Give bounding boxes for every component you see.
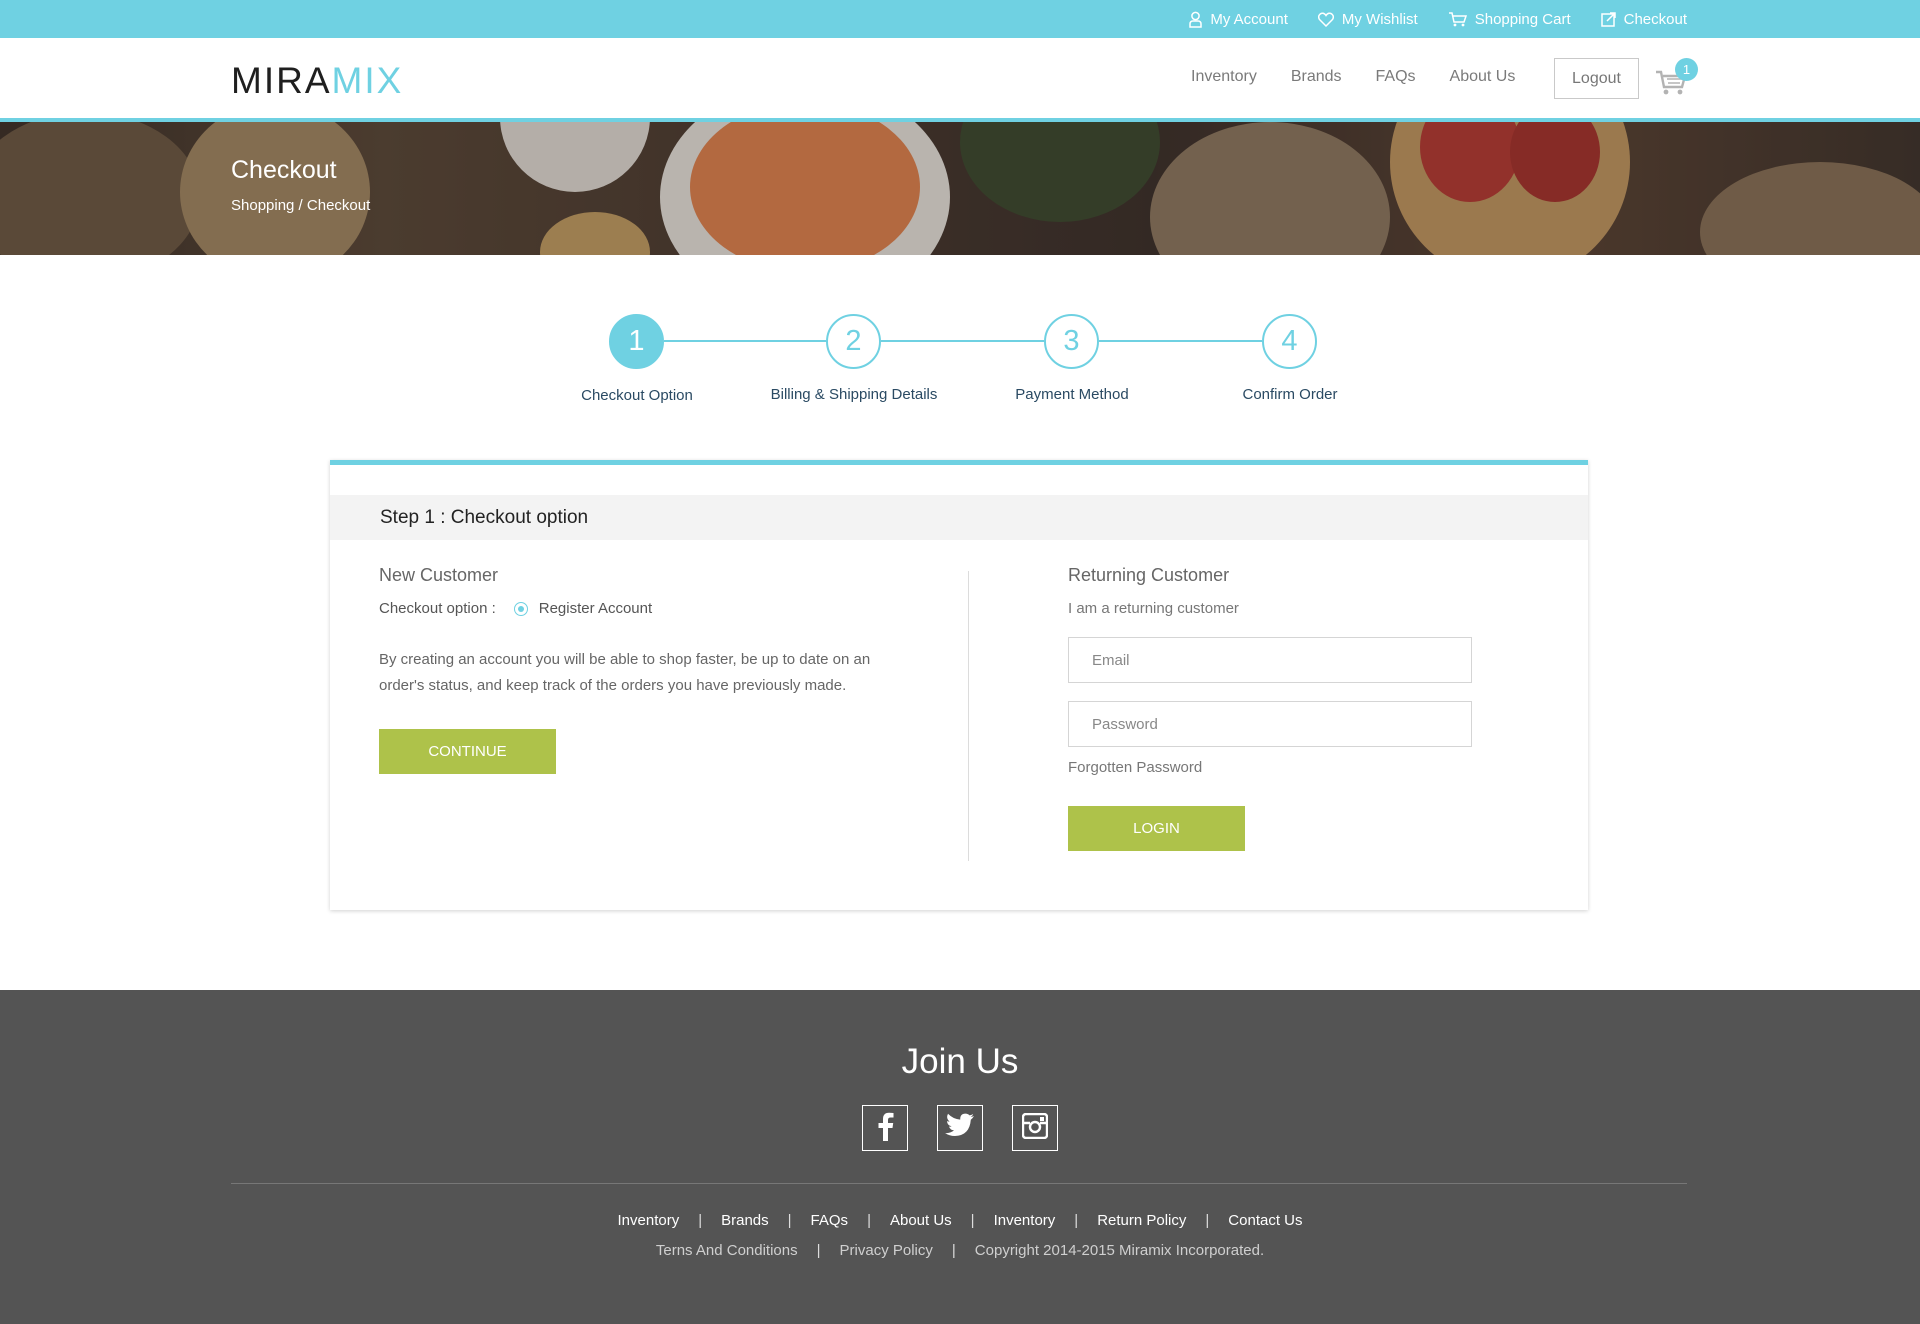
step-1-label[interactable]: Checkout Option <box>517 387 757 404</box>
footer-separator: | <box>951 1242 956 1259</box>
footer-separator: | <box>787 1212 792 1229</box>
banner-overlay <box>0 122 1920 255</box>
nav-faqs[interactable]: FAQs <box>1376 68 1416 86</box>
returning-customer-subtitle: I am a returning customer <box>1068 600 1239 617</box>
shopping-cart-link[interactable]: Shopping Cart <box>1448 11 1571 28</box>
step-connector <box>881 340 1044 342</box>
footer-link-contact-us[interactable]: Contact Us <box>1228 1212 1302 1229</box>
footer-legal: Terns And Conditions | Privacy Policy | … <box>0 1242 1920 1259</box>
footer-link-brands[interactable]: Brands <box>721 1212 769 1229</box>
checkout-label: Checkout <box>1623 10 1687 28</box>
register-account-radio[interactable]: Register Account <box>513 600 653 617</box>
step-connector <box>664 340 826 342</box>
user-icon <box>1189 11 1203 28</box>
new-customer-description: By creating an account you will be able … <box>379 651 871 694</box>
copyright-text: Copyright 2014-2015 Miramix Incorporated… <box>974 1242 1265 1259</box>
twitter-button[interactable] <box>937 1105 983 1151</box>
breadcrumb: Shopping / Checkout <box>231 197 371 214</box>
step-1-circle[interactable]: 1 <box>609 314 664 369</box>
footer-separator: | <box>816 1242 821 1259</box>
header-cart-button[interactable]: 1 <box>1655 58 1699 98</box>
step-3-circle[interactable]: 3 <box>1044 314 1099 369</box>
twitter-icon <box>945 1113 975 1143</box>
footer-separator: | <box>1074 1212 1079 1229</box>
column-divider <box>968 571 969 861</box>
my-account-label: My Account <box>1210 10 1288 28</box>
page-title: Checkout <box>231 156 337 184</box>
checkout-option-row: Checkout option : Register Account <box>379 600 899 617</box>
step-4-circle[interactable]: 4 <box>1262 314 1317 369</box>
logo-part-mix: MIX <box>331 60 404 101</box>
footer-link-faqs[interactable]: FAQs <box>811 1212 849 1229</box>
footer-link-inventory-2[interactable]: Inventory <box>994 1212 1056 1229</box>
returning-customer-section: Returning Customer I am a returning cust… <box>1068 565 1488 851</box>
main-header: MIRAMIX Inventory Brands FAQs About Us L… <box>0 38 1920 118</box>
footer-separator: | <box>698 1212 703 1229</box>
step-heading: Step 1 : Checkout option <box>380 507 589 528</box>
join-us-heading: Join Us <box>901 1042 1019 1081</box>
step-connector <box>1099 340 1262 342</box>
facebook-icon <box>875 1111 895 1146</box>
step-3-label[interactable]: Payment Method <box>952 386 1192 403</box>
heart-icon <box>1317 12 1334 27</box>
cart-count-badge: 1 <box>1675 58 1698 81</box>
password-field[interactable] <box>1068 701 1472 747</box>
login-button[interactable]: LOGIN <box>1068 806 1245 851</box>
radio-selected-icon <box>513 601 528 616</box>
checkout-icon <box>1600 11 1616 27</box>
privacy-policy-link[interactable]: Privacy Policy <box>840 1242 933 1259</box>
instagram-button[interactable] <box>1012 1105 1058 1151</box>
footer-link-inventory[interactable]: Inventory <box>618 1212 680 1229</box>
email-field[interactable] <box>1068 637 1472 683</box>
checkout-option-label: Checkout option : <box>379 600 496 617</box>
logout-button[interactable]: Logout <box>1554 58 1639 99</box>
step-2-circle[interactable]: 2 <box>826 314 881 369</box>
step-2-label[interactable]: Billing & Shipping Details <box>734 386 974 403</box>
my-wishlist-label: My Wishlist <box>1341 10 1418 28</box>
main-nav: Inventory Brands FAQs About Us <box>1191 68 1515 86</box>
footer-nav: Inventory | Brands | FAQs | About Us | I… <box>0 1212 1920 1229</box>
page-banner: Checkout Shopping / Checkout <box>0 122 1920 255</box>
logo-part-mira: MIRA <box>231 60 332 101</box>
facebook-button[interactable] <box>862 1105 908 1151</box>
step-4-label[interactable]: Confirm Order <box>1170 386 1410 403</box>
checkout-link[interactable]: Checkout <box>1600 10 1687 28</box>
new-customer-title: New Customer <box>379 565 499 585</box>
continue-button[interactable]: CONTINUE <box>379 729 556 774</box>
footer-link-about-us[interactable]: About Us <box>890 1212 952 1229</box>
footer-separator: | <box>970 1212 975 1229</box>
forgotten-password-link[interactable]: Forgotten Password <box>1068 759 1488 776</box>
cart-icon <box>1448 11 1467 27</box>
returning-customer-title: Returning Customer <box>1068 565 1230 585</box>
footer-divider <box>231 1183 1687 1184</box>
new-customer-section: New Customer Checkout option : Register … <box>379 565 899 774</box>
checkout-panel: Step 1 : Checkout option New Customer Ch… <box>330 460 1588 910</box>
my-wishlist-link[interactable]: My Wishlist <box>1317 10 1418 28</box>
nav-about-us[interactable]: About Us <box>1450 68 1516 86</box>
top-utility-bar: My Account My Wishlist Shopping Cart Che… <box>0 0 1920 38</box>
footer-link-return-policy[interactable]: Return Policy <box>1097 1212 1186 1229</box>
nav-inventory[interactable]: Inventory <box>1191 68 1257 86</box>
site-footer: Join Us Inventory | Brands | FAQs | Abou… <box>0 990 1920 1324</box>
instagram-icon <box>1021 1112 1049 1144</box>
panel-header: Step 1 : Checkout option <box>330 495 1588 540</box>
footer-separator: | <box>1205 1212 1210 1229</box>
footer-separator: | <box>867 1212 871 1229</box>
terms-link[interactable]: Terns And Conditions <box>656 1242 798 1259</box>
register-account-label: Register Account <box>538 600 653 617</box>
top-links: My Account My Wishlist Shopping Cart Che… <box>1189 0 1687 38</box>
shopping-cart-label: Shopping Cart <box>1474 10 1571 28</box>
my-account-link[interactable]: My Account <box>1189 11 1288 28</box>
nav-brands[interactable]: Brands <box>1291 68 1342 86</box>
brand-logo[interactable]: MIRAMIX <box>231 62 403 99</box>
